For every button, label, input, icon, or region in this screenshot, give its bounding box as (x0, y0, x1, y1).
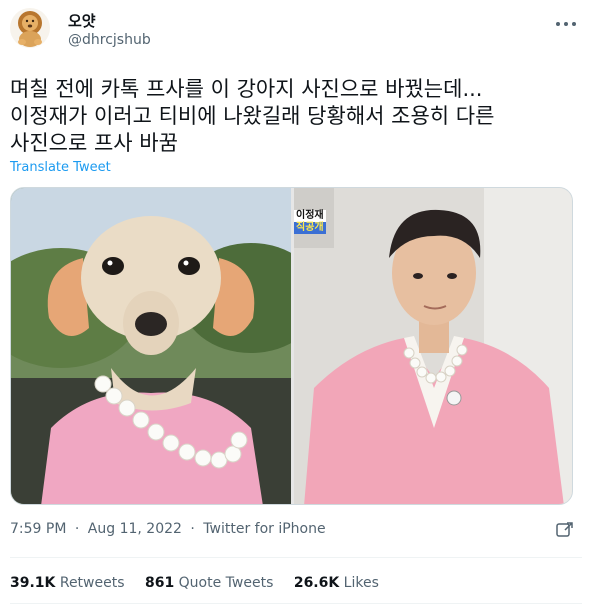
analytics-icon[interactable] (556, 521, 574, 539)
tweet-source[interactable]: Twitter for iPhone (203, 521, 325, 537)
quote-tweets-count: 861 (144, 575, 175, 591)
media-caption: 이정재 직공개 (294, 210, 326, 234)
retweets-stat[interactable]: 39.1K Retweets (10, 575, 125, 591)
tweet-time[interactable]: 7:59 PM (10, 521, 66, 537)
user-handle[interactable]: @dhrcjshub (68, 32, 151, 48)
retweets-label: Retweets (59, 575, 125, 591)
tweet-date[interactable]: Aug 11, 2022 (88, 521, 182, 537)
likes-label: Likes (343, 575, 379, 591)
man-photo-image (294, 188, 572, 504)
tweet-text-line: 며칠 전에 카톡 프사를 이 강아지 사진으로 바꿨는데... (10, 77, 483, 101)
likes-stat[interactable]: 26.6K Likes (294, 575, 379, 591)
meta-separator: · (74, 521, 80, 537)
quote-tweets-label: Quote Tweets (178, 575, 274, 591)
media-caption-top: 이정재 (294, 210, 326, 222)
media-photo-dog[interactable] (11, 188, 291, 504)
tweet-text-line: 이정재가 이러고 티비에 나왔길래 당황해서 조용히 다른 (10, 104, 495, 128)
tweet-media: 이정재 직공개 (10, 187, 573, 505)
retweets-count: 39.1K (10, 575, 56, 591)
meta-separator: · (190, 521, 195, 537)
quote-tweets-stat[interactable]: 861 Quote Tweets (145, 575, 273, 591)
media-photo-man[interactable]: 이정재 직공개 (294, 188, 572, 504)
tweet-text-line: 사진으로 프사 바꿈 (10, 131, 178, 155)
display-name[interactable]: 오얏 (68, 10, 96, 31)
media-caption-bottom: 직공개 (294, 222, 326, 234)
tweet-header: 오얏 @dhrcjshub (10, 8, 582, 52)
tweet-text: 며칠 전에 카톡 프사를 이 강아지 사진으로 바꿨는데... 이정재가 이러고… (10, 76, 582, 157)
avatar[interactable] (10, 8, 50, 48)
lion-plush-icon (10, 8, 50, 48)
tweet-meta: 7:59 PM · Aug 11, 2022 · Twitter for iPh… (10, 521, 326, 537)
tweet-card: 오얏 @dhrcjshub 며칠 전에 카톡 프사를 이 강아지 사진으로 바꿨… (0, 0, 591, 612)
more-options-icon[interactable] (554, 14, 578, 34)
dog-photo-image (11, 188, 291, 504)
divider (10, 603, 582, 604)
tweet-stats: 39.1K Retweets 861 Quote Tweets 26.6K Li… (10, 575, 395, 591)
divider (10, 557, 582, 558)
likes-count: 26.6K (293, 575, 340, 591)
translate-tweet-link[interactable]: Translate Tweet (10, 160, 111, 175)
